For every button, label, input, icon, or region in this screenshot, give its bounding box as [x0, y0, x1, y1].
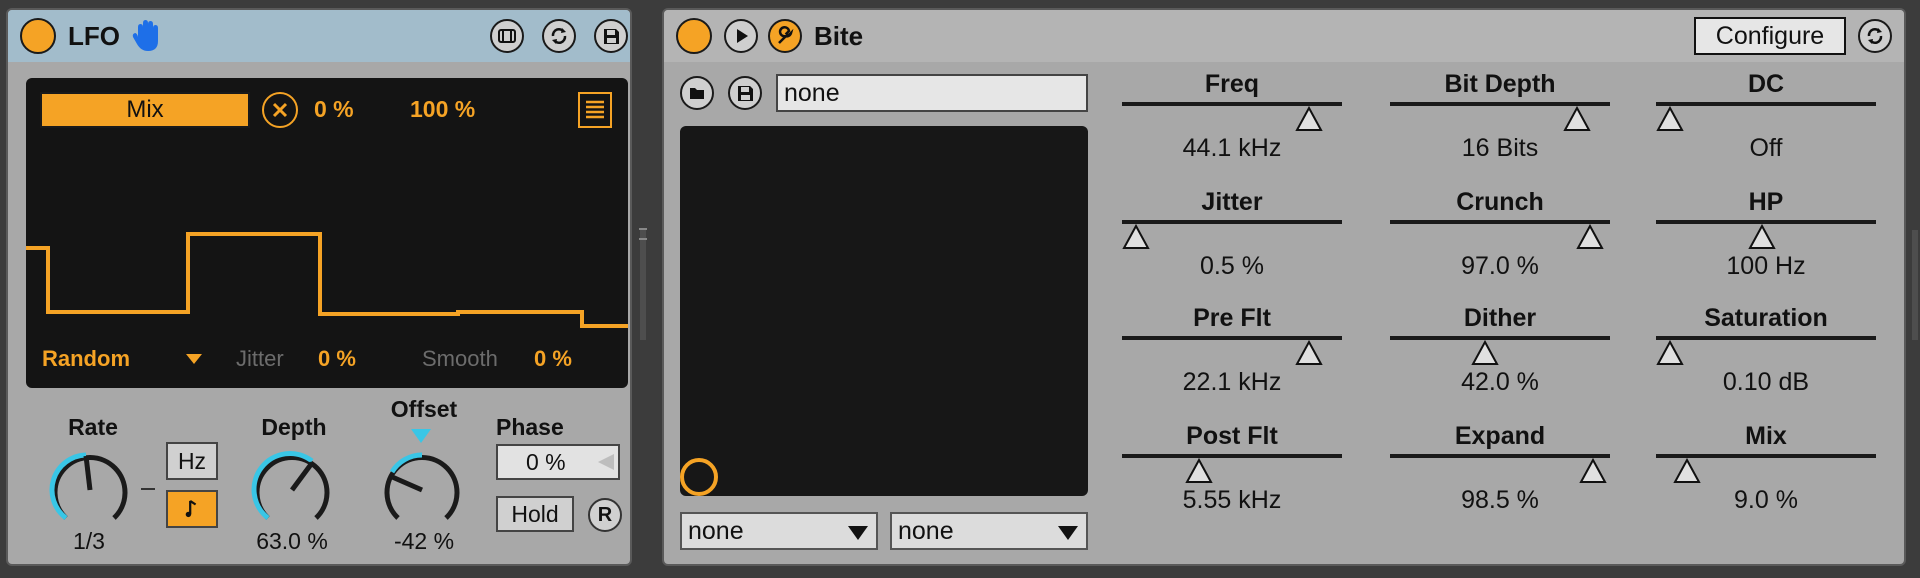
note-icon: [185, 499, 197, 518]
xy-y-assign-dropdown[interactable]: none: [890, 512, 1088, 550]
unmap-close-icon[interactable]: [262, 92, 298, 128]
menu-icon[interactable]: [578, 92, 612, 128]
rate-knob[interactable]: [46, 446, 134, 534]
hotswap-icon[interactable]: [542, 19, 576, 53]
lfo-display: Mix 0 % 100 % Random Jitter 0 % Smooth 0…: [26, 78, 628, 388]
depth-label: Depth: [261, 414, 327, 440]
rate-value[interactable]: 1/3: [44, 528, 134, 555]
waveform-select[interactable]: Random: [42, 346, 130, 372]
depth-value[interactable]: 63.0 %: [242, 528, 342, 555]
waveform-display: [26, 232, 628, 328]
rate-sync-button[interactable]: [166, 490, 218, 528]
wrench-icon[interactable]: [768, 19, 802, 53]
min-value[interactable]: 0 %: [314, 96, 354, 123]
lfo-device: LFO Mix 0 % 100 % Random Jitter 0 % Smoo…: [6, 8, 632, 566]
lfo-title: LFO: [68, 21, 120, 51]
offset-knob[interactable]: [378, 446, 466, 534]
play-icon[interactable]: [724, 19, 758, 53]
configure-button[interactable]: Configure: [1694, 17, 1846, 55]
chevron-down-icon[interactable]: [184, 352, 204, 366]
retrigger-label: R: [597, 503, 613, 526]
bite-title: Bite: [814, 21, 864, 51]
lfo-title-bar: LFO: [8, 10, 630, 62]
jitter-value[interactable]: 0 %: [318, 346, 356, 372]
smooth-value[interactable]: 0 %: [534, 346, 572, 372]
phase-arrow-icon: [598, 454, 614, 470]
chevron-down-icon: [848, 526, 868, 540]
smooth-label: Smooth: [422, 346, 498, 371]
retrigger-button[interactable]: R: [588, 498, 622, 532]
xy-y-assign-value: none: [898, 516, 954, 545]
xy-x-assign-value: none: [688, 516, 744, 545]
jitter-label: Jitter: [236, 346, 284, 371]
xy-pad-handle[interactable]: [680, 458, 718, 496]
folder-icon[interactable]: [680, 76, 714, 110]
rate-separator: [141, 488, 155, 490]
phase-value-text: 0 %: [526, 448, 566, 475]
map-icon[interactable]: [490, 19, 524, 53]
preset-name-field[interactable]: none: [776, 74, 1088, 112]
device-chain-right-edge: [1912, 230, 1918, 340]
hold-button[interactable]: Hold: [496, 496, 574, 532]
phase-label: Phase: [496, 414, 564, 440]
rate-hz-button[interactable]: Hz: [166, 442, 218, 480]
map-target-button[interactable]: Mix: [40, 92, 250, 128]
device-divider-marks: [639, 228, 647, 240]
offset-default-marker: [411, 429, 431, 443]
hotswap-icon[interactable]: [1858, 19, 1892, 53]
hand-icon[interactable]: [132, 19, 162, 53]
lfo-power-button[interactable]: [20, 18, 56, 54]
save-icon[interactable]: [728, 76, 762, 110]
chevron-down-icon: [1058, 526, 1078, 540]
bite-power-button[interactable]: [676, 18, 712, 54]
bite-title-bar: Bite Configure: [664, 10, 1904, 62]
depth-knob[interactable]: [248, 446, 336, 534]
map-target-label: Mix: [126, 96, 164, 123]
save-icon[interactable]: [594, 19, 628, 53]
offset-label: Offset: [390, 396, 458, 422]
device-divider[interactable]: [640, 230, 646, 340]
rate-label: Rate: [68, 414, 118, 440]
xy-x-assign-dropdown[interactable]: none: [680, 512, 878, 550]
xy-pad[interactable]: [680, 126, 1088, 496]
max-value[interactable]: 100 %: [410, 96, 475, 123]
offset-value[interactable]: -42 %: [374, 528, 474, 555]
